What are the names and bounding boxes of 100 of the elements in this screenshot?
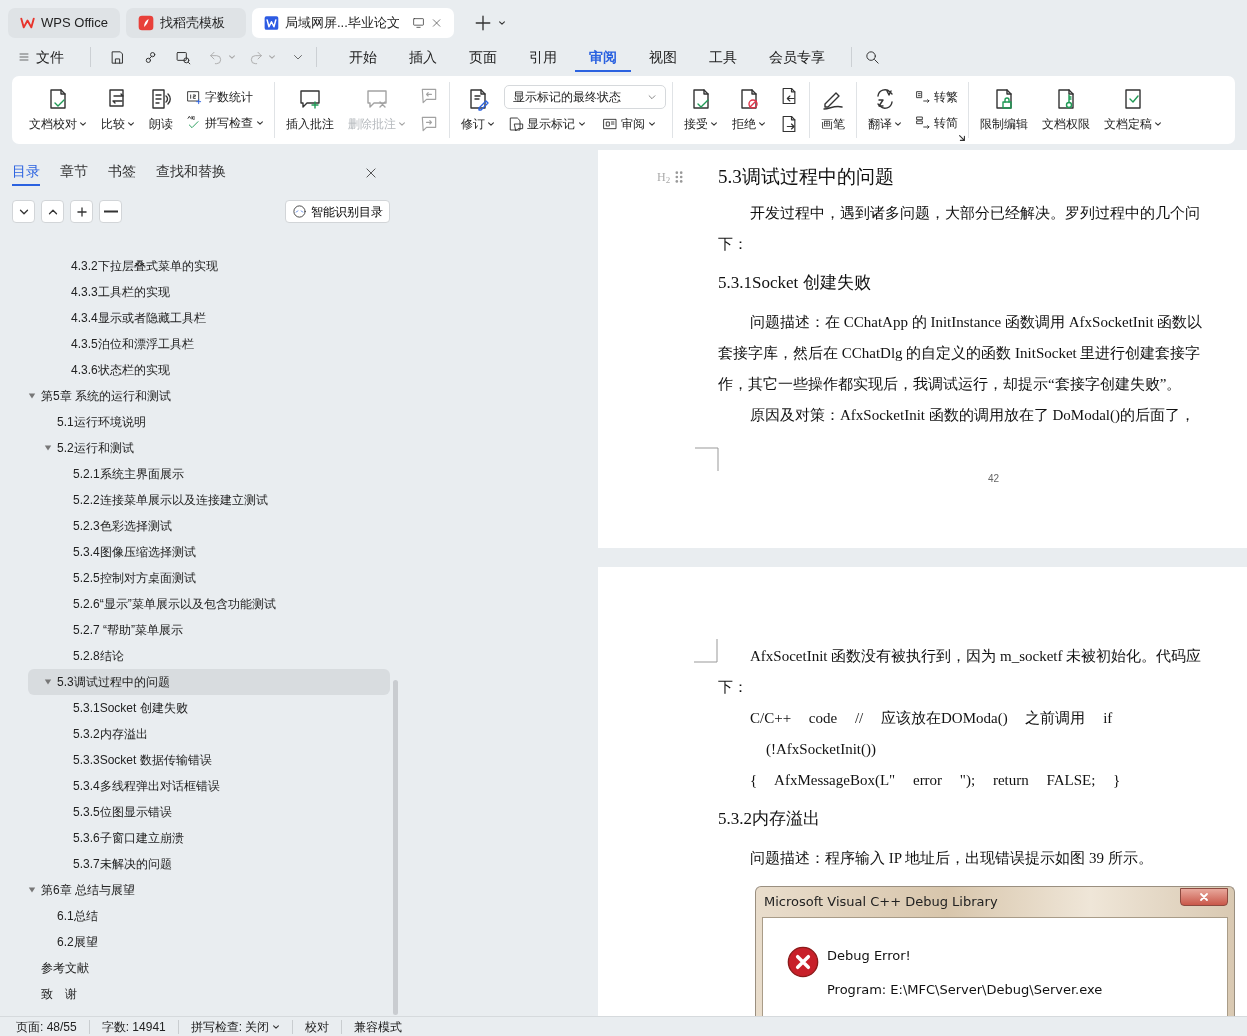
toc-item[interactable]: 5.2.7 “帮助”菜单展示 <box>73 621 183 639</box>
toc-item[interactable]: 4.3.2下拉层叠式菜单的实现 <box>71 257 218 275</box>
ribbon-button[interactable]: 文档校对 <box>24 85 92 135</box>
ribbon-tab[interactable]: 开始 <box>335 42 391 72</box>
app-tab[interactable]: 局域网屏...毕业论文 <box>252 8 454 38</box>
ribbon-button[interactable]: 文档定稿 <box>1099 85 1167 135</box>
ribbon-button[interactable]: 显示标记 <box>504 113 590 135</box>
caret-icon[interactable] <box>498 19 506 27</box>
markup-dropdown[interactable]: 显示标记的最终状态 <box>504 85 666 109</box>
ribbon-button[interactable]: 朗读 <box>144 85 178 135</box>
panel-tab[interactable]: 章节 <box>60 160 88 186</box>
scrollbar-thumb[interactable] <box>393 680 398 1015</box>
caret-icon <box>398 120 406 128</box>
toc-item[interactable]: 5.3.6子窗口建立崩溃 <box>73 829 184 847</box>
toc-item[interactable]: 5.3.4多线程弹出对话框错误 <box>73 777 220 795</box>
triangle-icon[interactable] <box>44 678 52 686</box>
toc-item[interactable]: 5.2运行和测试 <box>57 439 134 457</box>
body-text: 下： <box>718 679 748 695</box>
minus-button[interactable] <box>99 200 122 223</box>
ribbon-tab[interactable]: 会员专享 <box>755 42 839 72</box>
ribbon-button[interactable]: 修订 <box>456 85 500 135</box>
ribbon-button[interactable]: 拼写检查 <box>182 112 268 134</box>
caret-icon[interactable] <box>272 1022 281 1031</box>
toc-item[interactable]: 参考文献 <box>41 959 89 977</box>
close-icon[interactable] <box>364 166 378 180</box>
toc-item[interactable]: 5.2.2连接菜单展示以及连接建立测试 <box>73 491 268 509</box>
body-text: 原因及对策：AfxSocketInit 函数的调用放在了 DoModal()的后面了， <box>750 407 1195 423</box>
ribbon-button[interactable]: 限制编辑 <box>975 85 1033 135</box>
dialog-heading: Debug Error! <box>827 947 912 965</box>
triangle-icon[interactable] <box>44 444 52 452</box>
panel-tab[interactable]: 书签 <box>108 160 136 186</box>
caret-icon <box>710 120 718 128</box>
file-menu-button[interactable]: 文件 <box>14 42 78 72</box>
ribbon-tab[interactable]: 审阅 <box>575 42 631 72</box>
ribbon-button[interactable]: 转繁 <box>911 86 962 108</box>
plus-icon[interactable] <box>474 14 492 32</box>
toc-item[interactable]: 5.2.6“显示”菜单展示以及包含功能测试 <box>73 595 276 613</box>
ribbon-tab[interactable]: 引用 <box>515 42 571 72</box>
collapse-button[interactable] <box>12 200 35 223</box>
ribbon-button[interactable]: 转简 <box>911 112 962 134</box>
toc-item[interactable]: 4.3.3工具栏的实现 <box>71 283 170 301</box>
search-icon[interactable] <box>864 48 881 66</box>
save-icon[interactable] <box>109 48 126 66</box>
toc-item[interactable]: 6.1总结 <box>57 907 98 925</box>
caret-icon <box>578 120 586 128</box>
toc-item[interactable]: 5.2.3色彩选择测试 <box>73 517 172 535</box>
body-text: 问题描述：在 CChatApp 的 InitInstance 函数调用 AfxSocketInit 函数以 <box>750 314 1203 330</box>
toc-item[interactable]: 5.3.5位图显示错误 <box>73 803 172 821</box>
body-text: 开发过程中，遇到诸多问题，大部分已经解决。罗列过程中的几个问 <box>750 205 1200 221</box>
toc-item[interactable]: 5.2.5控制对方桌面测试 <box>73 569 196 587</box>
page-number: 42 <box>988 473 1000 484</box>
toc-item[interactable]: 5.3.4图像压缩选择测试 <box>73 543 196 561</box>
toc-item[interactable]: 5.1运行环境说明 <box>57 413 146 431</box>
ribbon-button[interactable]: 翻译 <box>863 85 907 135</box>
panel-tab[interactable]: 目录 <box>12 160 40 186</box>
plus-button[interactable] <box>70 200 93 223</box>
toc-item[interactable]: 5.3.1Socket 创建失败 <box>73 699 188 717</box>
toc-item[interactable]: 5.3.2内存溢出 <box>73 725 148 743</box>
monitor-icon[interactable] <box>411 16 425 30</box>
toc-item[interactable]: 5.3调试过程中的问题 <box>57 673 170 691</box>
caret-icon <box>894 120 902 128</box>
panel-tab[interactable]: 查找和替换 <box>156 160 226 186</box>
drag-handle-icon[interactable] <box>674 170 685 184</box>
expand-corner-icon[interactable] <box>958 134 966 142</box>
smart-toc-button[interactable]: 智能识别目录 <box>285 200 390 223</box>
triangle-icon[interactable] <box>28 886 36 894</box>
conversion-icon <box>915 115 931 131</box>
ribbon-button[interactable]: 字数统计 <box>182 86 268 108</box>
toc-item[interactable]: 4.3.5泊位和漂浮工具栏 <box>71 335 194 353</box>
toc-item[interactable]: 5.3.7未解决的问题 <box>73 855 172 873</box>
expand-button[interactable] <box>41 200 64 223</box>
toc-item[interactable]: 5.3.3Socket 数据传输错误 <box>73 751 212 769</box>
toc-item[interactable]: 第6章 总结与展望 <box>41 881 135 899</box>
toc-item[interactable]: 6.2展望 <box>57 933 98 951</box>
ribbon-button[interactable]: 拒绝 <box>727 85 771 135</box>
menu-icon <box>18 51 30 63</box>
ribbon-tab[interactable]: 视图 <box>635 42 691 72</box>
check-icon <box>186 115 202 131</box>
triangle-icon[interactable] <box>28 392 36 400</box>
ribbon-tab[interactable]: 页面 <box>455 42 511 72</box>
toc-item[interactable]: 4.3.6状态栏的实现 <box>71 361 170 379</box>
ribbon-button[interactable]: 比较 <box>96 85 140 135</box>
app-tab[interactable]: WPS Office <box>8 8 120 38</box>
toc-item[interactable]: 5.2.8结论 <box>73 647 124 665</box>
app-tab[interactable]: 找稻壳模板 <box>126 8 246 38</box>
toc-item[interactable]: 5.2.1系统主界面展示 <box>73 465 184 483</box>
toc-item[interactable]: 4.3.4显示或者隐藏工具栏 <box>71 309 206 327</box>
ribbon-button[interactable]: 接受 <box>679 85 723 135</box>
status-dropdown[interactable]: 拼写检查: 关闭 <box>190 1019 270 1034</box>
ribbon-tab[interactable]: 工具 <box>695 42 751 72</box>
ribbon-button[interactable]: 文档权限 <box>1037 85 1095 135</box>
toc-item[interactable]: 第5章 系统的运行和测试 <box>41 387 171 405</box>
ribbon-button[interactable]: 审阅 <box>598 113 660 135</box>
toc-item[interactable]: 致 谢 <box>41 985 77 1003</box>
ribbon-button[interactable]: 画笔 <box>816 85 850 135</box>
body-text: 套接字库，然后在 CChatDlg 的自定义的函数 InitSocket 里进行创建套接字 <box>718 345 1201 361</box>
caret-icon <box>79 120 87 128</box>
ribbon-button[interactable]: 插入批注 <box>281 85 339 135</box>
chevron-down-icon <box>647 92 657 102</box>
ribbon-tab[interactable]: 插入 <box>395 42 451 72</box>
